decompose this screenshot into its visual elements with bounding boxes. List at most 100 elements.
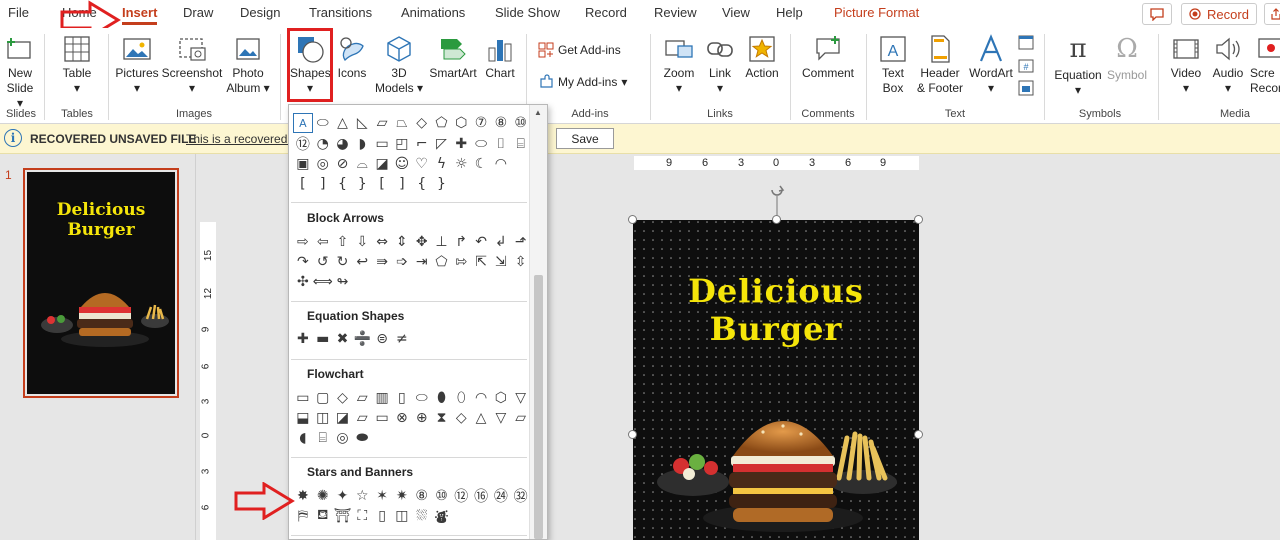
arrows-shape-icon[interactable]: ⇔ (372, 232, 392, 252)
basic-shape-icon[interactable]: ⌸ (511, 134, 531, 154)
tab-insert[interactable]: Insert (122, 5, 158, 25)
basic-shape-icon[interactable]: ⬭ (313, 113, 333, 133)
basic-shape-icon[interactable]: ◔ (313, 134, 333, 154)
flow-shape-icon[interactable]: ◇ (451, 408, 471, 428)
tab-help[interactable]: Help (776, 5, 803, 20)
flow-shape-icon[interactable]: ⬮ (432, 388, 452, 408)
tab-file[interactable]: File (8, 5, 29, 20)
basic-shape-icon[interactable]: ☺ (392, 154, 412, 174)
smartart-button[interactable]: SmartArt (426, 34, 480, 81)
flow-shape-icon[interactable]: ◖ (293, 428, 313, 448)
slide-number-icon[interactable]: # (1018, 58, 1034, 77)
basic-shape-icon[interactable]: ◺ (352, 113, 372, 133)
stars-shape-icon[interactable]: ⑩ (432, 486, 452, 506)
flow-shape-icon[interactable]: ⬯ (451, 388, 471, 408)
basic-shape-icon[interactable]: ▣ (293, 154, 313, 174)
symbol-button[interactable]: Ω Symbol (1104, 34, 1150, 83)
basic-shape-icon[interactable]: ☼ (451, 154, 471, 174)
action-button[interactable]: Action (740, 34, 784, 81)
basic-shape-icon[interactable]: ⌷ (491, 134, 511, 154)
slide-thumbnail-1[interactable]: Delicious Burger (23, 168, 179, 398)
arrows-shape-icon[interactable]: ⇦ (313, 232, 333, 252)
basic-shape-icon[interactable]: ] (313, 174, 333, 194)
slide-title[interactable]: Delicious Burger (633, 272, 919, 348)
resize-handle-top-left[interactable] (628, 215, 637, 224)
get-addins-button[interactable]: Get Add-ins (538, 42, 621, 58)
scroll-up-arrow-icon[interactable]: ▲ (534, 108, 542, 117)
equation-shape-icon[interactable]: ⊜ (372, 329, 392, 349)
stars-shape-icon[interactable]: ✺ (313, 486, 333, 506)
basic-shape-icon[interactable]: ◸ (432, 134, 452, 154)
stars-shape-icon[interactable]: ✦ (333, 486, 353, 506)
arrows-shape-icon[interactable]: ⊥ (432, 232, 452, 252)
basic-shape-icon[interactable]: ◎ (313, 154, 333, 174)
tab-picture-format[interactable]: Picture Format (834, 5, 919, 20)
table-button[interactable]: Table ▾ (56, 34, 98, 96)
stars-shape-icon[interactable]: ⑫ (451, 486, 471, 506)
basic-shape-icon[interactable]: ⑧ (491, 113, 511, 133)
flow-shape-icon[interactable]: ▭ (372, 408, 392, 428)
chart-button[interactable]: Chart (482, 34, 518, 81)
arrows-shape-icon[interactable]: ⟺ (313, 272, 333, 292)
tab-record[interactable]: Record (585, 5, 627, 20)
rotate-handle-icon[interactable] (766, 178, 788, 218)
basic-shape-icon[interactable]: } (352, 174, 372, 194)
basic-shape-icon[interactable]: △ (333, 113, 353, 133)
basic-shape-icon[interactable]: ♡ (412, 154, 432, 174)
flow-shape-icon[interactable]: ◫ (313, 408, 333, 428)
stars-shape-icon[interactable]: ▯ (372, 506, 392, 526)
arrows-shape-icon[interactable]: ✥ (412, 232, 432, 252)
gallery-scrollbar[interactable]: ▲ (529, 105, 547, 539)
basic-shape-icon[interactable]: { (412, 174, 432, 194)
basic-shape-icon[interactable]: [ (372, 174, 392, 194)
share-button[interactable] (1264, 3, 1280, 25)
basic-shape-icon[interactable]: ] (392, 174, 412, 194)
basic-shape-icon[interactable]: ⬠ (432, 113, 452, 133)
flow-shape-icon[interactable]: ⊕ (412, 408, 432, 428)
basic-shape-icon[interactable]: ϟ (432, 154, 452, 174)
stars-shape-icon[interactable]: ㉔ (491, 486, 511, 506)
basic-shape-icon[interactable]: ◰ (392, 134, 412, 154)
resize-handle-right[interactable] (914, 430, 923, 439)
equation-shape-icon[interactable]: ✚ (293, 329, 313, 349)
basic-shape-icon[interactable]: ⌐ (412, 134, 432, 154)
zoom-button[interactable]: Zoom ▾ (658, 34, 700, 96)
equation-shape-icon[interactable]: ▬ (313, 329, 333, 349)
stars-shape-icon[interactable]: ⑯ (471, 486, 491, 506)
link-button[interactable]: Link ▾ (702, 34, 738, 96)
tab-transitions[interactable]: Transitions (309, 5, 372, 20)
flow-shape-icon[interactable]: ▱ (352, 388, 372, 408)
arrows-shape-icon[interactable]: ↶ (471, 232, 491, 252)
basic-shape-icon[interactable]: A (293, 113, 313, 133)
header-footer-button[interactable]: Header & Footer (914, 34, 966, 96)
basic-shape-icon[interactable]: ◗ (352, 134, 372, 154)
basic-shape-icon[interactable]: ⌓ (352, 154, 372, 174)
flow-shape-icon[interactable]: ◎ (333, 428, 353, 448)
arrows-shape-icon[interactable]: ↩ (352, 252, 372, 272)
stars-shape-icon[interactable]: ⛶ (352, 506, 372, 526)
basic-shape-icon[interactable]: { (333, 174, 353, 194)
screenshot-button[interactable]: Screenshot ▾ (161, 34, 223, 96)
flow-shape-icon[interactable]: ▽ (511, 388, 531, 408)
arrows-shape-icon[interactable]: ⇨ (293, 232, 313, 252)
flow-shape-icon[interactable]: ◠ (471, 388, 491, 408)
my-addins-button[interactable]: My Add-ins ▾ (538, 74, 627, 90)
tab-view[interactable]: View (722, 5, 750, 20)
arrows-shape-icon[interactable]: ⇳ (511, 252, 531, 272)
screen-recording-button[interactable]: Scre Recor (1250, 34, 1280, 96)
equation-button[interactable]: π Equation ▾ (1052, 34, 1104, 98)
arrows-shape-icon[interactable]: ↱ (451, 232, 471, 252)
stars-shape-icon[interactable]: ⑧ (412, 486, 432, 506)
icons-button[interactable]: Icons (334, 34, 370, 81)
flow-shape-icon[interactable]: ▯ (392, 388, 412, 408)
equation-shape-icon[interactable]: ➗ (352, 329, 372, 349)
basic-shape-icon[interactable]: ⬭ (471, 134, 491, 154)
basic-shape-icon[interactable]: ⏢ (392, 113, 412, 133)
arrows-shape-icon[interactable]: ⬠ (432, 252, 452, 272)
arrows-shape-icon[interactable]: ↲ (491, 232, 511, 252)
basic-shape-icon[interactable]: ◇ (412, 113, 432, 133)
arrows-shape-icon[interactable]: ➩ (392, 252, 412, 272)
tab-design[interactable]: Design (240, 5, 280, 20)
comment-button[interactable]: Comment (798, 34, 858, 81)
basic-shape-icon[interactable]: } (432, 174, 452, 194)
